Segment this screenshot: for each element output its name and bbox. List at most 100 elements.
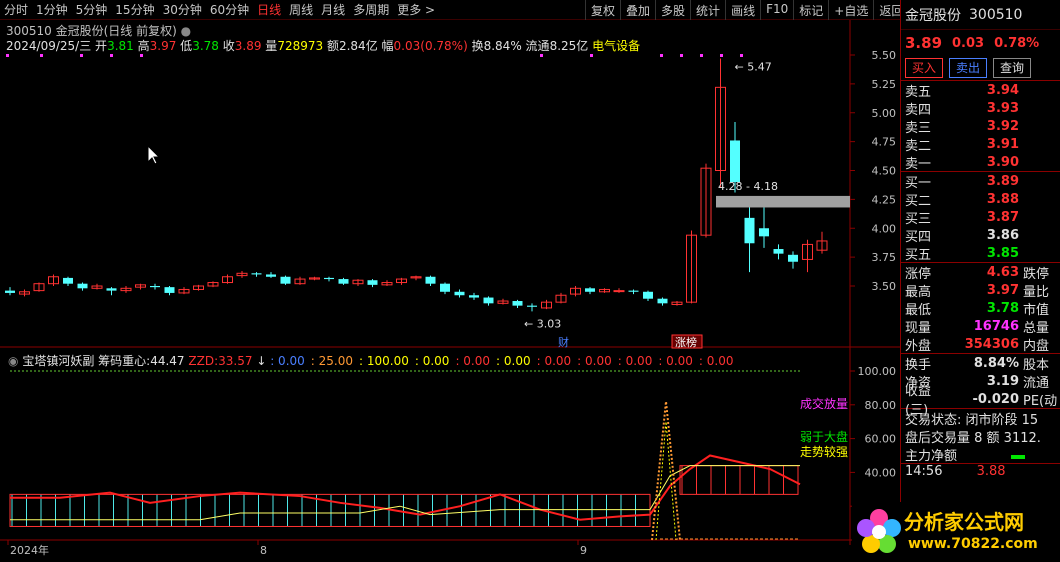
indicator-header: ◉ 宝塔镇河妖副 筹码重心:44.47 ZZD:33.57 ↓ : 0.00: … (8, 354, 734, 368)
candle-44 (643, 290, 653, 302)
candle-33 (483, 296, 494, 306)
candle-0 (5, 287, 15, 296)
kline-chart[interactable]: 5.50 5.25 5.00 4.75 4.50 4.25 4.00 3.75 3.50 ← 5… (0, 20, 900, 562)
candle-8 (120, 286, 132, 293)
period-tab-8[interactable]: 月线 (317, 1, 349, 18)
candle-47 (686, 230, 697, 304)
indicator-toggle-icon[interactable]: ◉ (8, 354, 18, 368)
tool-button-2[interactable]: 多股 (655, 0, 690, 20)
candle-14 (207, 281, 219, 288)
signal-dot-0 (6, 54, 9, 57)
candle-23 (338, 277, 349, 285)
candle-55 (802, 239, 813, 273)
price-tick-2: 5.00 (872, 107, 897, 120)
indicator-value-9: : 0.00 (658, 354, 693, 368)
settings-icon[interactable]: ● (181, 24, 191, 38)
price-change: 0.03 (952, 35, 985, 51)
candle-1 (19, 289, 30, 297)
period-tab-7[interactable]: 周线 (285, 1, 317, 18)
price-tick-0: 5.50 (872, 49, 897, 62)
site-logo: 分析家公式网 www.70822.com (852, 502, 1060, 562)
tool-button-3[interactable]: 统计 (690, 0, 725, 20)
flower-logo-icon (857, 509, 901, 553)
candle-17 (251, 272, 262, 277)
candle-5 (77, 282, 88, 291)
stat-row-0: 涨停 4.63 跌停 (905, 264, 1050, 282)
candle-6 (91, 283, 103, 290)
current-price-row: 3.89 0.03 0.78% (901, 30, 1060, 56)
candle-46 (671, 301, 683, 306)
price-tick-7: 3.75 (872, 251, 897, 264)
indicator-value-3: : 0.00 (414, 354, 450, 368)
candle-30 (440, 282, 450, 295)
period-tab-4[interactable]: 30分钟 (159, 1, 206, 18)
low-price-mark: ← 3.03 (524, 317, 561, 330)
price-tick-5: 4.25 (872, 193, 897, 206)
candle-31 (454, 289, 465, 298)
signal-dot-3 (110, 54, 113, 57)
stat-row-2: 最低 3.78 市值 (905, 300, 1050, 318)
period-tab-1[interactable]: 1分钟 (32, 1, 72, 18)
chip-center-value: 44.47 (150, 354, 185, 368)
main-net-row: 主力净额 (901, 445, 1060, 463)
sell-button[interactable]: 卖出 (949, 58, 988, 78)
candle-51 (744, 206, 755, 273)
query-button[interactable]: 查询 (993, 58, 1032, 78)
amount-value: 2.84亿 (338, 39, 378, 53)
period-tab-9[interactable]: 多周期 (349, 1, 393, 18)
signal-dot-10 (720, 54, 723, 57)
period-tab-0[interactable]: 分时 (0, 1, 32, 18)
time-tick-1: 8 (260, 544, 267, 557)
buy-button[interactable]: 买入 (905, 58, 944, 78)
signal-dot-2 (80, 54, 83, 57)
finance-tag[interactable]: 财 (558, 335, 569, 349)
candle-26 (381, 280, 393, 286)
candle-34 (497, 298, 509, 305)
quote-header: 金冠股份 300510 (901, 0, 1060, 30)
current-price: 3.89 (905, 34, 943, 52)
limit-up-tag[interactable]: 涨榜 (675, 335, 697, 349)
period-tab-2[interactable]: 5分钟 (72, 1, 112, 18)
weak-vs-market-label: 弱于大盘 (800, 429, 848, 444)
signal-dot-4 (140, 54, 143, 57)
candle-25 (367, 279, 378, 288)
tool-button-4[interactable]: 画线 (725, 0, 760, 20)
indicator-name[interactable]: 宝塔镇河妖副 (22, 354, 94, 368)
period-tab-3[interactable]: 15分钟 (111, 1, 158, 18)
tool-button-0[interactable]: 复权 (585, 0, 620, 20)
sector-link[interactable]: 电气设备 (592, 39, 640, 53)
period-tab-10[interactable]: 更多 > (393, 1, 439, 18)
stat2-row-0: 换手 8.84% 股本 (905, 355, 1050, 373)
candle-24 (352, 279, 364, 286)
period-tab-6[interactable]: 日线 (253, 1, 285, 18)
ask-row-0: 卖五 3.94 (905, 82, 1019, 100)
main-net-bar (1011, 454, 1026, 459)
signal-dot-7 (660, 54, 663, 57)
tool-button-1[interactable]: 叠加 (620, 0, 655, 20)
bid-row-3: 买四 3.86 (905, 227, 1019, 245)
after-hours-volume: 盘后交易量 8 额 3112. (905, 431, 1041, 445)
ohlc-info: 2024/09/25/三 开3.81 高3.97 低3.78 收3.89 量72… (6, 39, 641, 53)
price-tick-8: 3.50 (872, 280, 897, 293)
candle-49 (715, 58, 726, 188)
indicator-value-8: : 0.00 (617, 354, 653, 368)
ind-tick-2: 60.00 (865, 433, 897, 446)
float-value: 8.25亿 (549, 39, 589, 53)
signal-dot-8 (680, 54, 683, 57)
candle-36 (527, 303, 537, 312)
candle-39 (570, 286, 581, 297)
bid-row-4: 买五 3.85 (905, 245, 1019, 263)
period-tab-5[interactable]: 60分钟 (206, 1, 253, 18)
time-tick-0: 2024年 (10, 543, 49, 557)
ind-tick-1: 80.00 (865, 399, 897, 412)
tool-button-5[interactable]: F10 (760, 0, 793, 20)
candle-28 (410, 275, 422, 281)
tool-button-6[interactable]: 标记 (793, 0, 828, 20)
time-tick-2: 9 (580, 544, 587, 557)
candle-10 (150, 283, 160, 290)
tool-button-7[interactable]: +自选 (828, 0, 873, 20)
stock-code: 300510 (969, 6, 1023, 23)
turnover-value: 8.84% (483, 39, 522, 53)
indicator-value-5: : 0.00 (496, 354, 531, 368)
indicator-value-1: : 25.00 (310, 354, 353, 368)
